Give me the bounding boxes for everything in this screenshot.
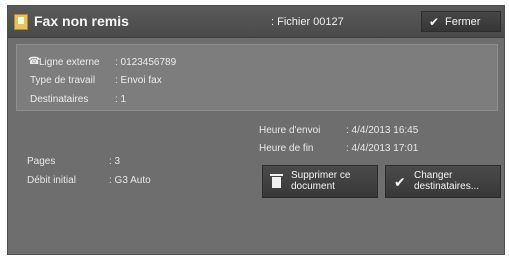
ligne-value: : 0123456789: [115, 57, 177, 68]
fax-dialog: Fax non remis : Fichier 00127 ✔ Fermer ☎…: [7, 5, 505, 255]
fin-label: Heure de fin: [259, 143, 314, 154]
debit-label: Débit initial: [27, 175, 76, 186]
pages-value: : 3: [109, 156, 121, 167]
delete-line1: Supprimer ce: [291, 170, 351, 181]
envoi-value: : 4/4/2013 16:45: [346, 125, 419, 136]
info-box: ☎ Ligne externe : 0123456789 Type de tra…: [16, 44, 498, 111]
envoi-label: Heure d'envoi: [259, 125, 321, 136]
check-icon: ✔: [394, 174, 406, 190]
check-icon: ✔: [429, 15, 440, 29]
close-button[interactable]: ✔ Fermer: [421, 11, 501, 32]
dest-value: : 1: [115, 94, 127, 105]
debit-value: : G3 Auto: [109, 175, 151, 186]
change-line1: Changer: [414, 170, 453, 181]
delete-document-button[interactable]: Supprimer ce document: [262, 165, 378, 198]
dialog-title: Fax non remis: [34, 13, 129, 29]
pages-label: Pages: [27, 156, 56, 167]
dest-label: Destinataires: [30, 94, 89, 105]
ligne-label: Ligne externe: [39, 57, 100, 68]
delete-line2: document: [291, 181, 335, 192]
fin-value: : 4/4/2013 17:01: [346, 143, 419, 154]
document-icon: [14, 14, 28, 30]
change-recipients-button[interactable]: ✔ Changer destinataires...: [385, 165, 501, 198]
trash-icon: [270, 174, 283, 188]
title-bar: Fax non remis : Fichier 00127 ✔ Fermer: [8, 6, 504, 38]
file-name: : Fichier 00127: [271, 16, 344, 28]
type-value: : Envoi fax: [115, 75, 162, 86]
close-button-label: Fermer: [445, 16, 481, 28]
type-label: Type de travail: [30, 75, 96, 86]
change-line2: destinataires...: [414, 181, 480, 192]
